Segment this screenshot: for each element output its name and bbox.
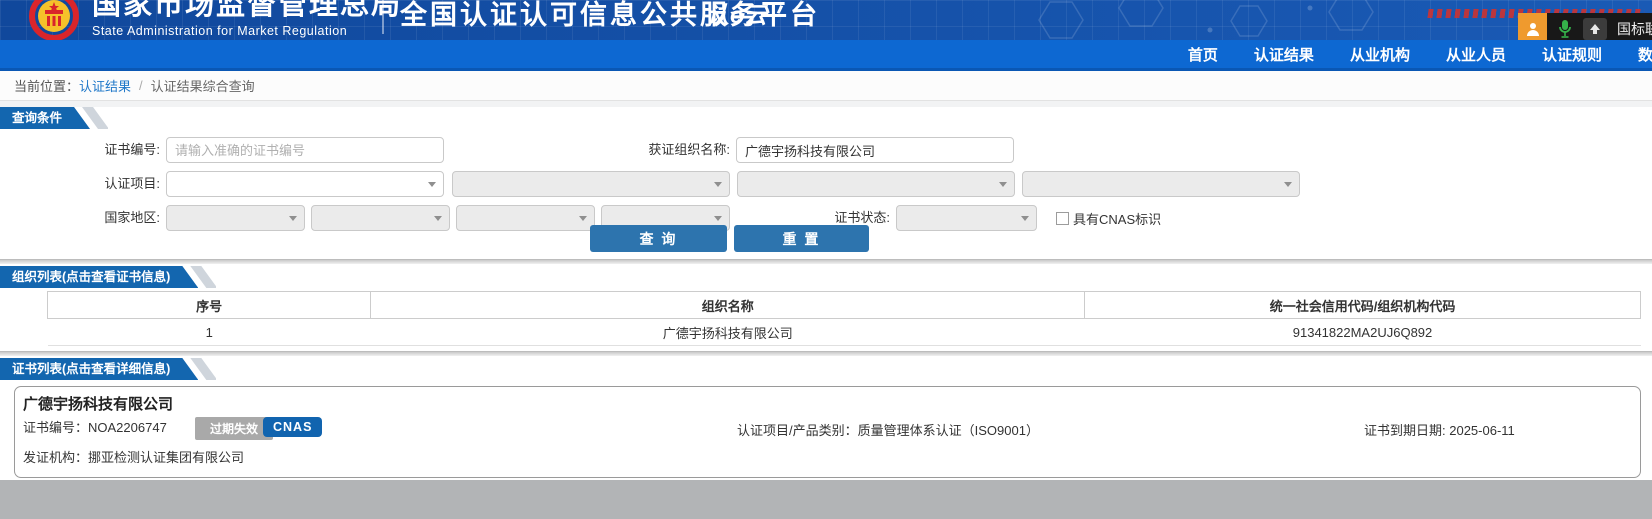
page-footer: [0, 480, 1652, 519]
cell-index[interactable]: 1: [47, 318, 371, 346]
site-header: 国家市场监督管理总局 State Administration for Mark…: [0, 0, 1652, 40]
project-select-4[interactable]: [1022, 171, 1300, 197]
cnas-checkbox-label: 具有CNAS标识: [1073, 211, 1162, 227]
col-header-org-name: 组织名称: [370, 291, 1086, 319]
chevron-down-icon: [579, 216, 587, 221]
breadcrumb-link-cert-results[interactable]: 认证结果: [79, 76, 131, 95]
org-list-section-tab: 组织列表(点击查看证书信息): [0, 266, 198, 288]
project-select-1[interactable]: [166, 171, 444, 197]
extension-toolbar: 国标联合直: [1518, 13, 1652, 40]
org-name-input[interactable]: [736, 137, 1014, 163]
chevron-down-icon: [1284, 182, 1292, 187]
nav-item-data[interactable]: 数据: [1620, 44, 1652, 65]
chevron-down-icon: [1021, 216, 1029, 221]
agency-title-block: 国家市场监督管理总局 State Administration for Mark…: [92, 0, 402, 38]
certificate-card[interactable]: 广德宇扬科技有限公司 证书编号：NOA2206747 过期失效 CNAS 认证项…: [14, 386, 1641, 478]
breadcrumb: 当前位置： 认证结果 / 认证结果综合查询: [0, 71, 1652, 101]
card-expiry: 证书到期日期: 2025-06-11: [1364, 420, 1515, 439]
screen-share-icon[interactable]: [1583, 17, 1607, 40]
region-select-3[interactable]: [456, 205, 595, 231]
nav-item-cert-rules[interactable]: 认证规则: [1524, 44, 1620, 65]
region-select-2[interactable]: [311, 205, 450, 231]
table-row[interactable]: 1 广德宇扬科技有限公司 91341822MA2UJ6Q892: [47, 318, 1641, 346]
cnas-badge: CNAS: [263, 417, 323, 437]
breadcrumb-current: 认证结果综合查询: [150, 79, 255, 94]
agency-name-cn: 国家市场监督管理总局: [92, 0, 403, 21]
card-cert-no: 证书编号：NOA2206747: [23, 418, 167, 437]
status-select[interactable]: [896, 205, 1037, 231]
card-org-name: 广德宇扬科技有限公司: [23, 396, 174, 413]
hexagon-decoration: [1038, 0, 1374, 39]
org-list-section-header: 组织列表(点击查看证书信息): [0, 266, 1652, 288]
chevron-down-icon: [289, 216, 297, 221]
issuer-label: 发证机构：: [23, 450, 89, 465]
chevron-down-icon: [999, 182, 1007, 187]
agency-name-en: State Administration for Market Regulati…: [92, 24, 348, 38]
card-issuer: 发证机构：挪亚检测认证集团有限公司: [23, 447, 244, 466]
org-table-header-row: 序号 组织名称 统一社会信用代码/组织机构代码: [46, 291, 1641, 319]
nav-item-cert-results[interactable]: 认证结果: [1236, 44, 1332, 65]
nav-item-home[interactable]: 首页: [1170, 44, 1236, 65]
cert-no-label: 证书编号:: [104, 142, 160, 157]
header-divider: [382, 0, 384, 34]
cert-no-label: 证书编号：: [23, 420, 89, 435]
reset-button[interactable]: 重 置: [734, 225, 869, 252]
region-select-1[interactable]: [166, 205, 305, 231]
col-header-index: 序号: [46, 291, 372, 319]
cert-no-value: NOA2206747: [88, 420, 167, 435]
cnas-checkbox-group: 具有CNAS标识: [1056, 205, 1161, 231]
main-nav: 首页 认证结果 从业机构 从业人员 认证规则 数据: [0, 40, 1652, 71]
project-select-3[interactable]: [737, 171, 1015, 197]
breadcrumb-separator: /: [139, 78, 143, 93]
chevron-down-icon: [428, 182, 436, 187]
ren-e-yun-logo: 认e云: [706, 2, 768, 28]
org-table: 序号 组织名称 统一社会信用代码/组织机构代码 1 广德宇扬科技有限公司 913…: [46, 291, 1641, 346]
national-emblem-icon: [28, 0, 80, 40]
section-divider: [0, 256, 1652, 266]
status-badge: 过期失效: [195, 417, 274, 440]
breadcrumb-prefix: 当前位置：: [14, 79, 80, 94]
query-section-header: 查询条件: [0, 107, 1652, 129]
project-value: 质量管理体系认证（ISO9001）: [857, 423, 1039, 438]
query-section-tab: 查询条件: [0, 107, 90, 129]
cert-list-section-tab: 证书列表(点击查看详细信息): [0, 358, 198, 380]
extension-label: 国标联合直: [1617, 20, 1652, 37]
project-label: 认证项目:: [104, 176, 160, 191]
cert-no-input[interactable]: [166, 137, 444, 163]
microphone-icon[interactable]: [1558, 19, 1572, 39]
project-select-2[interactable]: [452, 171, 730, 197]
cnas-checkbox[interactable]: [1056, 211, 1069, 225]
project-label: 认证项目/产品类别：: [737, 423, 858, 438]
chevron-down-icon: [434, 216, 442, 221]
nav-item-personnel[interactable]: 从业人员: [1428, 44, 1524, 65]
chevron-down-icon: [714, 182, 722, 187]
nav-item-institutions[interactable]: 从业机构: [1332, 44, 1428, 65]
col-header-credit-code: 统一社会信用代码/组织机构代码: [1084, 291, 1641, 319]
expiry-value: 2025-06-11: [1449, 423, 1515, 438]
search-button[interactable]: 查 询: [590, 225, 727, 252]
issuer-value: 挪亚检测认证集团有限公司: [88, 450, 245, 465]
cell-org-name[interactable]: 广德宇扬科技有限公司: [370, 318, 1085, 346]
page: 国家市场监督管理总局 State Administration for Mark…: [0, 0, 1652, 519]
user-icon[interactable]: [1518, 13, 1547, 40]
chevron-down-icon: [714, 216, 722, 221]
cert-list-section-header: 证书列表(点击查看详细信息): [0, 358, 1652, 380]
section-divider: [0, 346, 1652, 358]
expiry-label: 证书到期日期:: [1364, 423, 1450, 438]
card-project: 认证项目/产品类别：质量管理体系认证（ISO9001）: [737, 420, 1039, 439]
query-form: 证书编号: 获证组织名称: 认证项目: 国家地区: 证书状态: 具有CNAS标识…: [0, 129, 1652, 256]
cell-credit-code[interactable]: 91341822MA2UJ6Q892: [1084, 318, 1641, 346]
org-name-label: 获证组织名称:: [648, 142, 730, 157]
region-label: 国家地区:: [104, 210, 160, 225]
